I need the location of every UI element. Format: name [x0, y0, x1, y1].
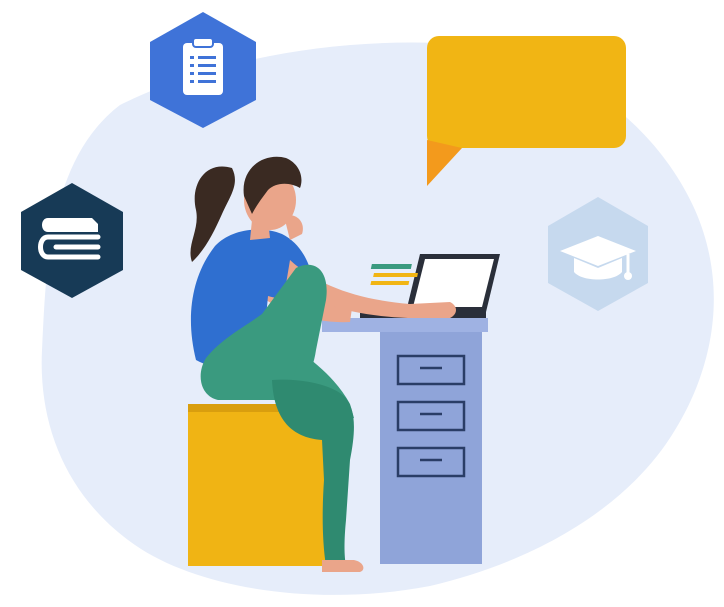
illustration-canvas: [0, 0, 724, 607]
scene-svg: [21, 12, 714, 595]
